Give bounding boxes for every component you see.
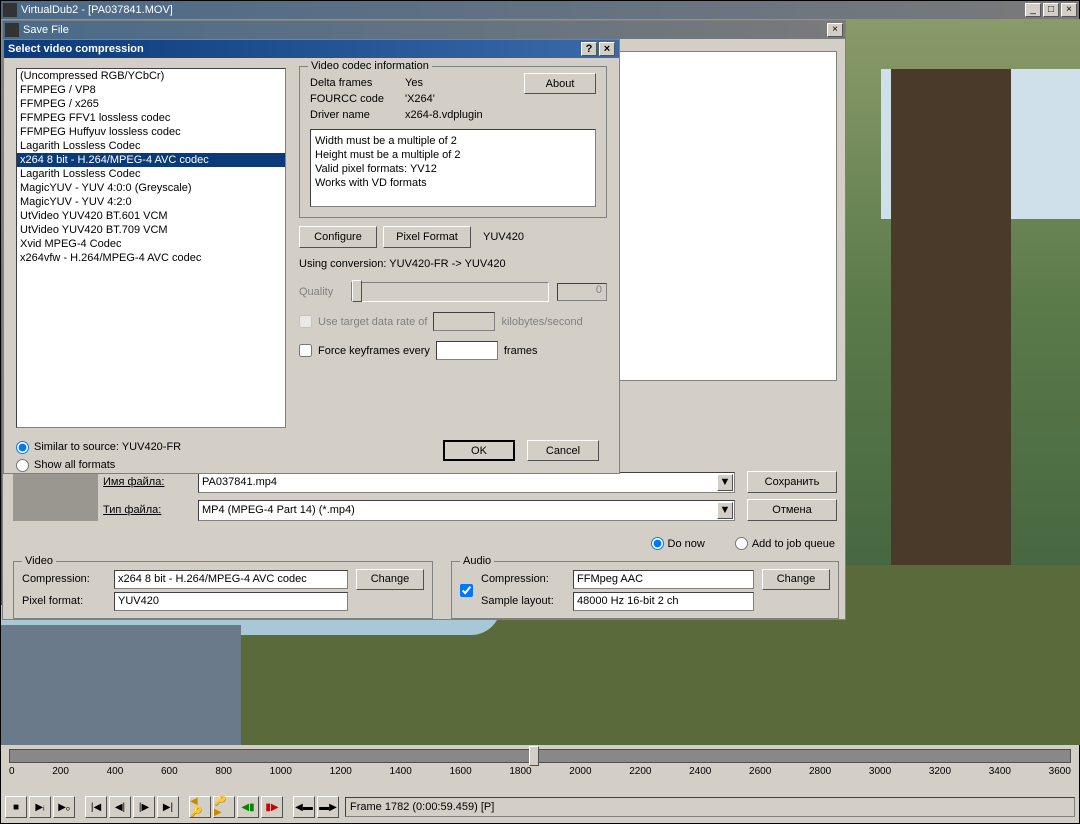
folder-preview bbox=[13, 473, 98, 521]
quality-slider bbox=[351, 282, 549, 302]
target-rate-checkbox bbox=[299, 315, 312, 328]
quality-value: 0 bbox=[557, 283, 607, 301]
force-keyframes-checkbox[interactable] bbox=[299, 344, 312, 357]
codec-list-item[interactable]: MagicYUV - YUV 4:2:0 bbox=[17, 195, 285, 209]
codec-list[interactable]: (Uncompressed RGB/YCbCr)FFMPEG / VP8FFMP… bbox=[16, 68, 286, 428]
pixel-format-field: YUV420 bbox=[114, 592, 348, 611]
close-button[interactable]: × bbox=[1061, 3, 1077, 17]
cancel-codec-button[interactable]: Cancel bbox=[527, 440, 599, 461]
configure-button[interactable]: Configure bbox=[299, 226, 377, 248]
save-button[interactable]: Сохранить bbox=[747, 471, 837, 493]
dialog-icon bbox=[5, 23, 19, 37]
prev-keyframe-button[interactable]: ◀🔑 bbox=[189, 796, 211, 818]
stop-button[interactable]: ■ bbox=[5, 796, 27, 818]
conversion-label: Using conversion: YUV420-FR -> YUV420 bbox=[299, 258, 607, 270]
do-now-radio[interactable]: Do now bbox=[651, 537, 705, 550]
pixel-format-button[interactable]: Pixel Format bbox=[383, 226, 471, 248]
target-rate-input bbox=[433, 312, 495, 331]
codec-list-item[interactable]: (Uncompressed RGB/YCbCr) bbox=[17, 69, 285, 83]
filename-label: Имя файла: bbox=[103, 476, 198, 488]
help-button[interactable]: ? bbox=[581, 42, 597, 56]
frame-info: Frame 1782 (0:00:59.459) [P] bbox=[345, 797, 1075, 817]
video-compression-field: x264 8 bit - H.264/MPEG-4 AVC codec bbox=[114, 570, 348, 589]
goto-end-button[interactable]: ▶| bbox=[157, 796, 179, 818]
codec-list-item[interactable]: FFMPEG / x265 bbox=[17, 97, 285, 111]
show-all-radio[interactable]: Show all formats bbox=[16, 456, 181, 474]
codec-list-item[interactable]: x264 8 bit - H.264/MPEG-4 AVC codec bbox=[17, 153, 285, 167]
codec-description: Width must be a multiple of 2Height must… bbox=[310, 129, 596, 207]
pixel-format-value: YUV420 bbox=[477, 231, 530, 243]
save-title: Save File bbox=[23, 24, 827, 36]
timeline-track[interactable] bbox=[9, 749, 1071, 763]
step-back-button[interactable]: ◀| bbox=[109, 796, 131, 818]
codec-close-button[interactable]: × bbox=[599, 42, 615, 56]
codec-list-item[interactable]: x264vfw - H.264/MPEG-4 AVC codec bbox=[17, 251, 285, 265]
main-titlebar: VirtualDub2 - [PA037841.MOV] _ □ × bbox=[1, 1, 1079, 19]
save-titlebar: Save File × bbox=[3, 21, 845, 39]
next-scene-button[interactable]: ▮▶ bbox=[261, 796, 283, 818]
timeline-thumb[interactable] bbox=[529, 746, 539, 766]
main-title: VirtualDub2 - [PA037841.MOV] bbox=[21, 4, 1025, 16]
codec-list-item[interactable]: UtVideo YUV420 BT.709 VCM bbox=[17, 223, 285, 237]
sample-layout-field: 48000 Hz 16-bit 2 ch bbox=[573, 592, 754, 611]
maximize-button[interactable]: □ bbox=[1043, 3, 1059, 17]
codec-list-item[interactable]: FFMPEG Huffyuv lossless codec bbox=[17, 125, 285, 139]
add-queue-radio[interactable]: Add to job queue bbox=[735, 537, 835, 550]
codec-list-item[interactable]: MagicYUV - YUV 4:0:0 (Greyscale) bbox=[17, 181, 285, 195]
audio-enable-checkbox[interactable] bbox=[460, 584, 473, 597]
video-change-button[interactable]: Change bbox=[356, 569, 424, 590]
main-window: VirtualDub2 - [PA037841.MOV] _ □ × Save … bbox=[0, 0, 1080, 824]
similar-source-radio[interactable]: Similar to source: YUV420-FR bbox=[16, 438, 181, 456]
next-keyframe-button[interactable]: 🔑▶ bbox=[213, 796, 235, 818]
mark-in-button[interactable]: ◀▬ bbox=[293, 796, 315, 818]
step-forward-button[interactable]: |▶ bbox=[133, 796, 155, 818]
codec-list-item[interactable]: FFMPEG FFV1 lossless codec bbox=[17, 111, 285, 125]
audio-fieldset: Audio Compression: FFMpeg AAC Change Sam… bbox=[451, 561, 839, 619]
timeline-ticks: 0200400600800100012001400160018002000220… bbox=[9, 766, 1071, 777]
codec-list-item[interactable]: Lagarith Lossless Codec bbox=[17, 167, 285, 181]
cancel-button[interactable]: Отмена bbox=[747, 499, 837, 521]
goto-start-button[interactable]: |◀ bbox=[85, 796, 107, 818]
save-file-dialog: Save File × Имя файла: PA037841.mp4 ▼ Со… bbox=[2, 20, 846, 620]
prev-scene-button[interactable]: ◀▮ bbox=[237, 796, 259, 818]
dropdown-arrow-icon[interactable]: ▼ bbox=[717, 502, 733, 519]
about-button[interactable]: About bbox=[524, 73, 596, 94]
codec-list-item[interactable]: UtVideo YUV420 BT.601 VCM bbox=[17, 209, 285, 223]
minimize-button[interactable]: _ bbox=[1025, 3, 1041, 17]
filetype-label: Тип файла: bbox=[103, 504, 198, 516]
audio-compression-field: FFMpeg AAC bbox=[573, 570, 754, 589]
codec-dialog: Select video compression ? × (Uncompress… bbox=[3, 39, 620, 474]
filetype-select[interactable]: MP4 (MPEG-4 Part 14) (*.mp4) ▼ bbox=[198, 500, 735, 521]
play-output-button[interactable]: ▶ₒ bbox=[53, 796, 75, 818]
audio-change-button[interactable]: Change bbox=[762, 569, 830, 590]
dropdown-arrow-icon[interactable]: ▼ bbox=[717, 474, 733, 491]
codec-info-fieldset: Video codec information About Delta fram… bbox=[299, 66, 607, 218]
play-input-button[interactable]: ▶ᵢ bbox=[29, 796, 51, 818]
codec-list-item[interactable]: FFMPEG / VP8 bbox=[17, 83, 285, 97]
toolbar: ■ ▶ᵢ ▶ₒ |◀ ◀| |▶ ▶| ◀🔑 🔑▶ ◀▮ ▮▶ ◀▬ ▬▶ Fr… bbox=[5, 795, 1075, 819]
codec-list-item[interactable]: Lagarith Lossless Codec bbox=[17, 139, 285, 153]
mark-out-button[interactable]: ▬▶ bbox=[317, 796, 339, 818]
save-close-button[interactable]: × bbox=[827, 23, 843, 37]
filename-input[interactable]: PA037841.mp4 ▼ bbox=[198, 472, 735, 493]
timeline[interactable]: 0200400600800100012001400160018002000220… bbox=[9, 749, 1071, 781]
ok-button[interactable]: OK bbox=[443, 440, 515, 461]
keyframe-interval-input[interactable] bbox=[436, 341, 498, 360]
app-icon bbox=[3, 3, 17, 17]
codec-titlebar: Select video compression ? × bbox=[4, 40, 619, 58]
video-fieldset: Video Compression: x264 8 bit - H.264/MP… bbox=[13, 561, 433, 619]
codec-list-item[interactable]: Xvid MPEG-4 Codec bbox=[17, 237, 285, 251]
